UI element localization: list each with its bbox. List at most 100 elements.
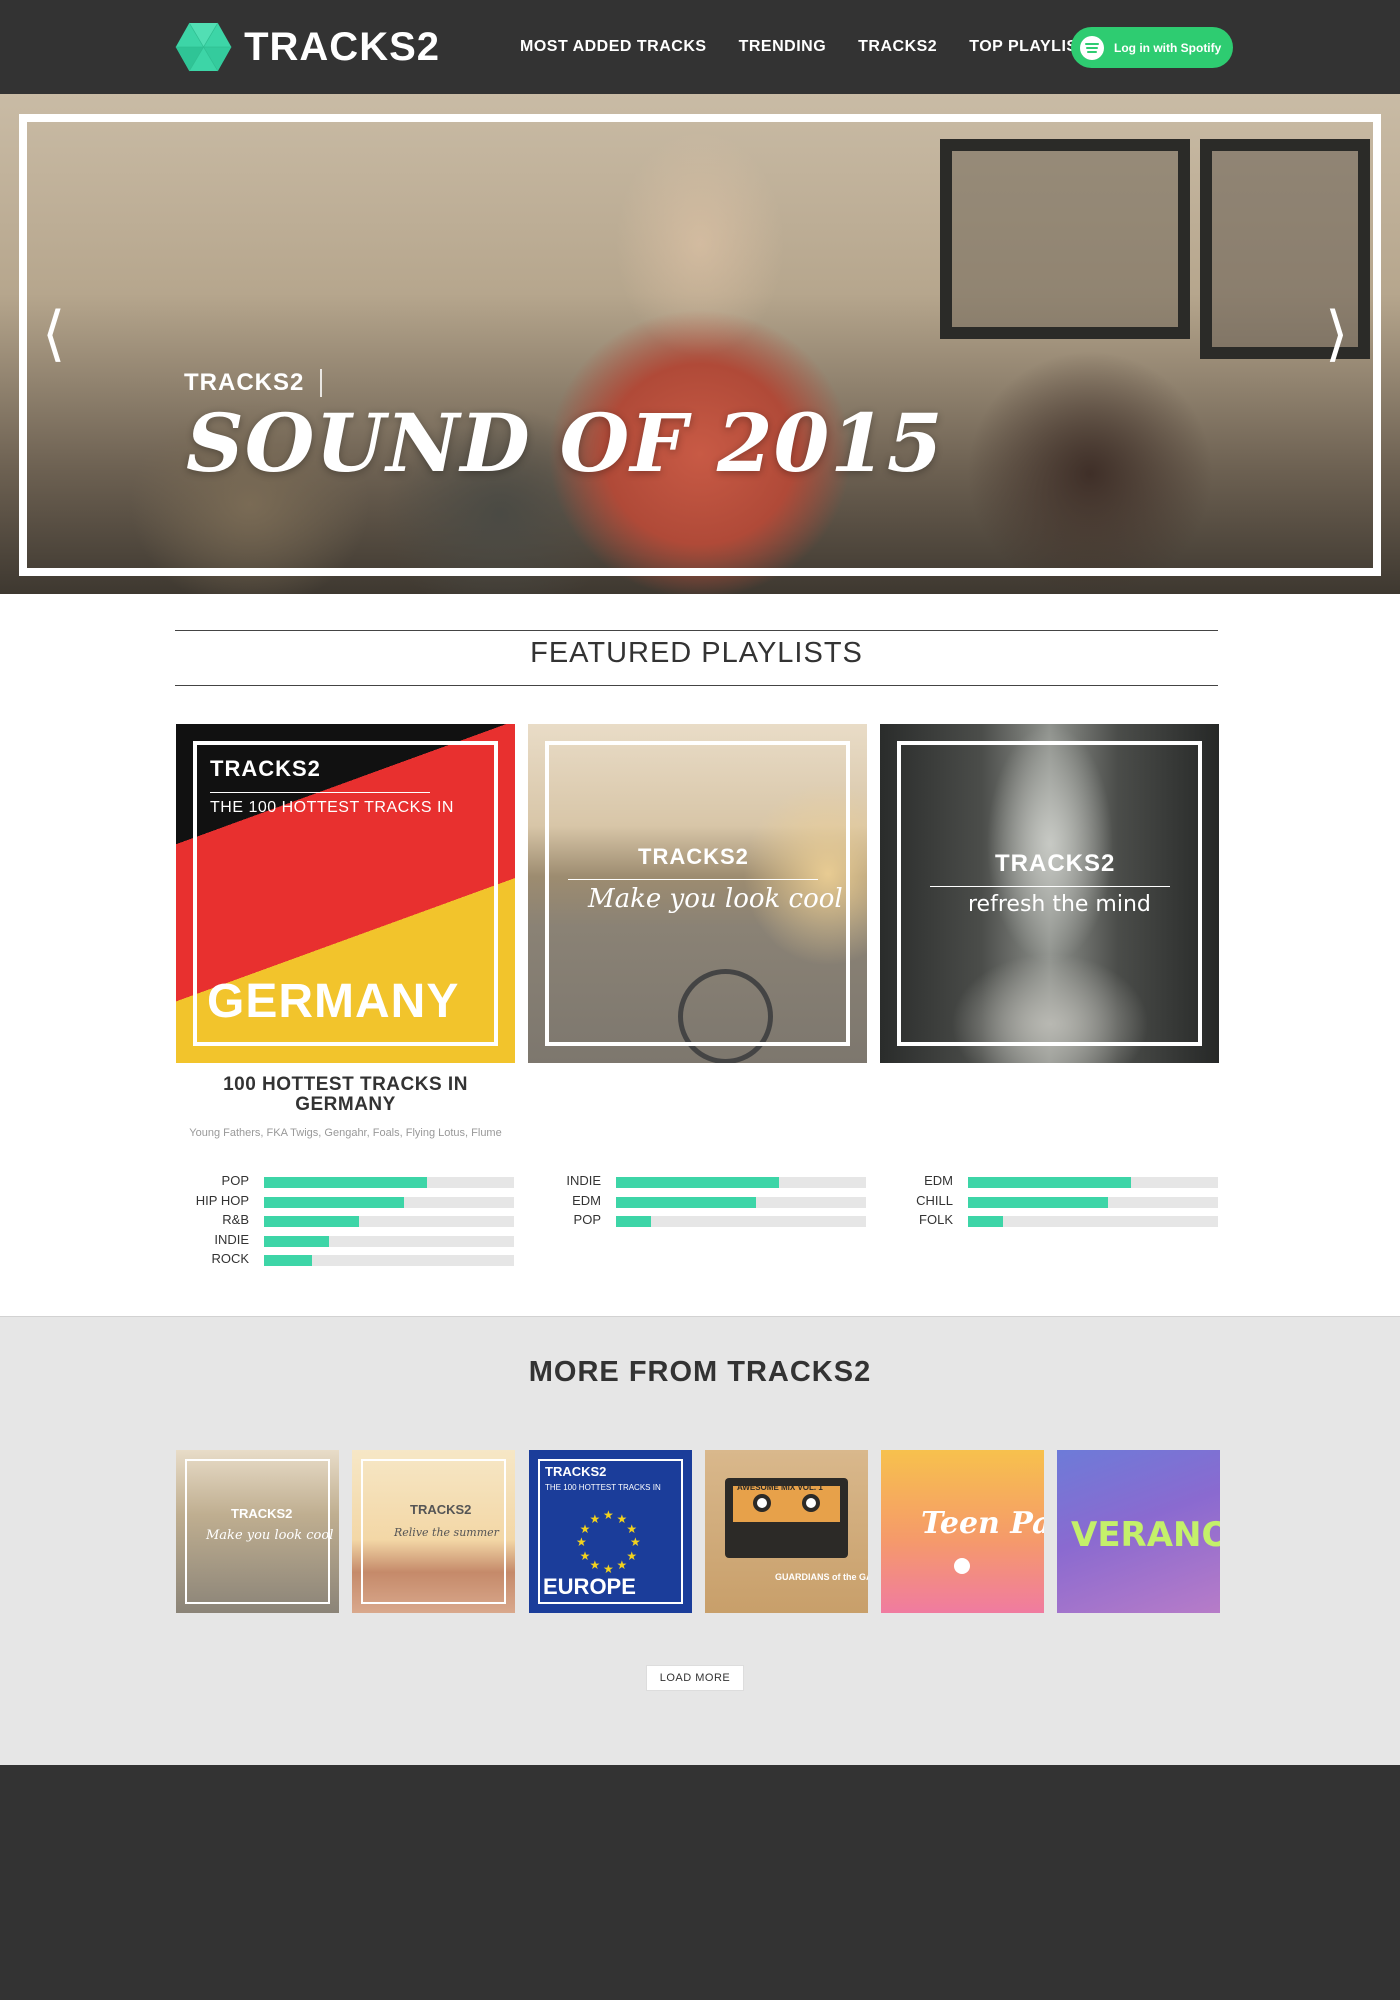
genre-row: INDIE bbox=[528, 1174, 866, 1188]
spotify-icon bbox=[1080, 35, 1104, 60]
genre-row: R&B bbox=[176, 1213, 514, 1227]
cover-rule bbox=[930, 886, 1170, 887]
cover-brand: TRACKS2 bbox=[638, 844, 749, 869]
genre-bar-fill bbox=[968, 1196, 1108, 1208]
featured-title: FEATURED PLAYLISTS bbox=[530, 637, 863, 669]
genre-bar-fill bbox=[264, 1196, 404, 1208]
hexagon-logo-icon bbox=[175, 22, 232, 72]
thumb-word: VERANO 2015 bbox=[1071, 1515, 1220, 1555]
more-playlist-thumb[interactable]: Teen Party bbox=[881, 1450, 1044, 1613]
playlist-cover-germany[interactable]: TRACKS2 THE 100 HOTTEST TRACKS IN GERMAN… bbox=[176, 724, 515, 1063]
genre-bar-track bbox=[264, 1216, 514, 1227]
genre-label: EDM bbox=[572, 1192, 601, 1208]
thumb-word: AWESOME MIX VOL. 1 bbox=[737, 1483, 823, 1492]
more-playlist-thumb[interactable]: TRACKS2 THE 100 HOTTEST TRACKS IN EUROPE… bbox=[529, 1450, 692, 1613]
hero-banner[interactable]: ⟨ ⟩ TRACKS2 SOUND OF 2015 bbox=[0, 94, 1400, 594]
genre-bar-track bbox=[264, 1196, 514, 1208]
genre-row: CHILL bbox=[880, 1192, 1218, 1208]
genre-bar-track bbox=[264, 1177, 514, 1188]
genre-bar-track bbox=[968, 1216, 1218, 1227]
genre-bar-track bbox=[616, 1216, 866, 1227]
star-icon: ★ bbox=[576, 1535, 587, 1549]
playlist-cover-make-you-look-cool[interactable]: TRACKS2 Make you look cool bbox=[528, 724, 867, 1063]
genre-bar-track bbox=[968, 1196, 1218, 1208]
star-icon: ★ bbox=[603, 1508, 614, 1522]
playlist-cover-refresh-the-mind[interactable]: TRACKS2 refresh the mind bbox=[880, 724, 1219, 1063]
genre-label: POP bbox=[573, 1212, 601, 1227]
genre-bar-fill bbox=[968, 1177, 1131, 1188]
cover-script: Make you look cool bbox=[588, 884, 843, 914]
thumb-subtitle: THE 100 HOTTEST TRACKS IN bbox=[545, 1483, 661, 1492]
nav-tracks2[interactable]: TRACKS2 bbox=[858, 38, 937, 56]
logo-wordmark: TRACKS2 bbox=[244, 24, 440, 69]
cover-brand: TRACKS2 bbox=[210, 756, 321, 781]
genre-label: INDIE bbox=[214, 1231, 249, 1247]
thumb-word: EUROPE bbox=[543, 1574, 636, 1599]
playlist-title[interactable]: 100 HOTTEST TRACKS IN GERMANY bbox=[176, 1075, 515, 1115]
genre-bar-track bbox=[968, 1177, 1218, 1188]
genre-row: INDIE bbox=[176, 1231, 514, 1247]
main-nav: MOST ADDED TRACKS TRENDING TRACKS2 TOP P… bbox=[520, 0, 1131, 94]
genre-bar-fill bbox=[616, 1196, 756, 1208]
cassette-reel bbox=[753, 1494, 771, 1512]
chevron-right-icon[interactable]: ⟩ bbox=[1325, 304, 1348, 364]
spotify-login-button[interactable]: Log in with Spotify bbox=[1071, 27, 1233, 68]
genre-label: CHILL bbox=[916, 1192, 953, 1208]
star-icon: ★ bbox=[589, 1558, 601, 1573]
spotify-icon bbox=[954, 1558, 970, 1574]
genre-bar-fill bbox=[968, 1216, 1003, 1227]
nav-most-added-tracks[interactable]: MOST ADDED TRACKS bbox=[520, 38, 707, 56]
star-icon: ★ bbox=[579, 1548, 591, 1563]
cover-subtitle: THE 100 HOTTEST TRACKS IN bbox=[210, 799, 454, 816]
divider bbox=[175, 685, 1218, 686]
cover-word: GERMANY bbox=[207, 975, 460, 1028]
genre-label: HIP HOP bbox=[195, 1192, 249, 1208]
hero-title: SOUND OF 2015 bbox=[186, 396, 944, 490]
more-playlist-thumb[interactable]: AWESOME MIX VOL. 1 GUARDIANS of the GALA… bbox=[705, 1450, 868, 1613]
nav-trending[interactable]: TRENDING bbox=[739, 38, 827, 56]
chevron-left-icon[interactable]: ⟨ bbox=[42, 304, 65, 364]
genre-label: ROCK bbox=[211, 1251, 249, 1266]
thumb-script: Teen Party bbox=[921, 1506, 1044, 1541]
genre-bar-track bbox=[616, 1177, 866, 1188]
site-logo[interactable]: TRACKS2 bbox=[175, 12, 440, 82]
load-more-button[interactable]: LOAD MORE bbox=[646, 1665, 744, 1691]
genre-bar-track bbox=[264, 1255, 514, 1266]
playlist-artists: Young Fathers, FKA Twigs, Gengahr, Foals… bbox=[189, 1127, 502, 1139]
cover-brand: TRACKS2 bbox=[995, 850, 1116, 877]
more-playlist-thumb[interactable]: VERANO 2015 bbox=[1057, 1450, 1220, 1613]
star-icon: ★ bbox=[630, 1535, 641, 1549]
genre-label: POP bbox=[221, 1173, 249, 1188]
cover-rule bbox=[210, 792, 430, 793]
genre-label: INDIE bbox=[566, 1173, 601, 1188]
genre-bar-fill bbox=[264, 1235, 329, 1247]
genre-row: POP bbox=[176, 1174, 514, 1188]
genre-row: EDM bbox=[880, 1174, 1218, 1188]
star-icon: ★ bbox=[626, 1521, 638, 1536]
genre-row: HIP HOP bbox=[176, 1192, 514, 1208]
more-playlist-thumb[interactable]: TRACKS2 Make you look cool bbox=[176, 1450, 339, 1613]
genre-row: POP bbox=[528, 1213, 866, 1227]
genre-label: R&B bbox=[222, 1212, 249, 1227]
star-icon: ★ bbox=[616, 1558, 628, 1573]
divider bbox=[175, 630, 1218, 631]
genre-row: EDM bbox=[528, 1192, 866, 1208]
cover-rule bbox=[568, 879, 818, 880]
cassette-reel bbox=[802, 1494, 820, 1512]
star-icon: ★ bbox=[603, 1562, 614, 1576]
genre-label: EDM bbox=[924, 1173, 953, 1188]
star-icon: ★ bbox=[626, 1548, 638, 1563]
star-icon: ★ bbox=[589, 1511, 601, 1526]
more-playlist-thumb[interactable]: TRACKS2 Relive the summer bbox=[352, 1450, 515, 1613]
genre-bar-track bbox=[616, 1196, 866, 1208]
spotify-login-label: Log in with Spotify bbox=[1114, 40, 1222, 55]
genre-row: ROCK bbox=[176, 1252, 514, 1266]
genre-bar-fill bbox=[616, 1177, 779, 1188]
cover-script: refresh the mind bbox=[968, 892, 1151, 917]
thumb-brand: TRACKS2 bbox=[545, 1464, 607, 1479]
thumb-script: Make you look cool bbox=[206, 1528, 334, 1543]
hero-frame bbox=[19, 114, 1381, 576]
genre-bar-fill bbox=[264, 1216, 359, 1227]
genre-row: FOLK bbox=[880, 1213, 1218, 1227]
thumb-brand: TRACKS2 bbox=[410, 1502, 472, 1517]
